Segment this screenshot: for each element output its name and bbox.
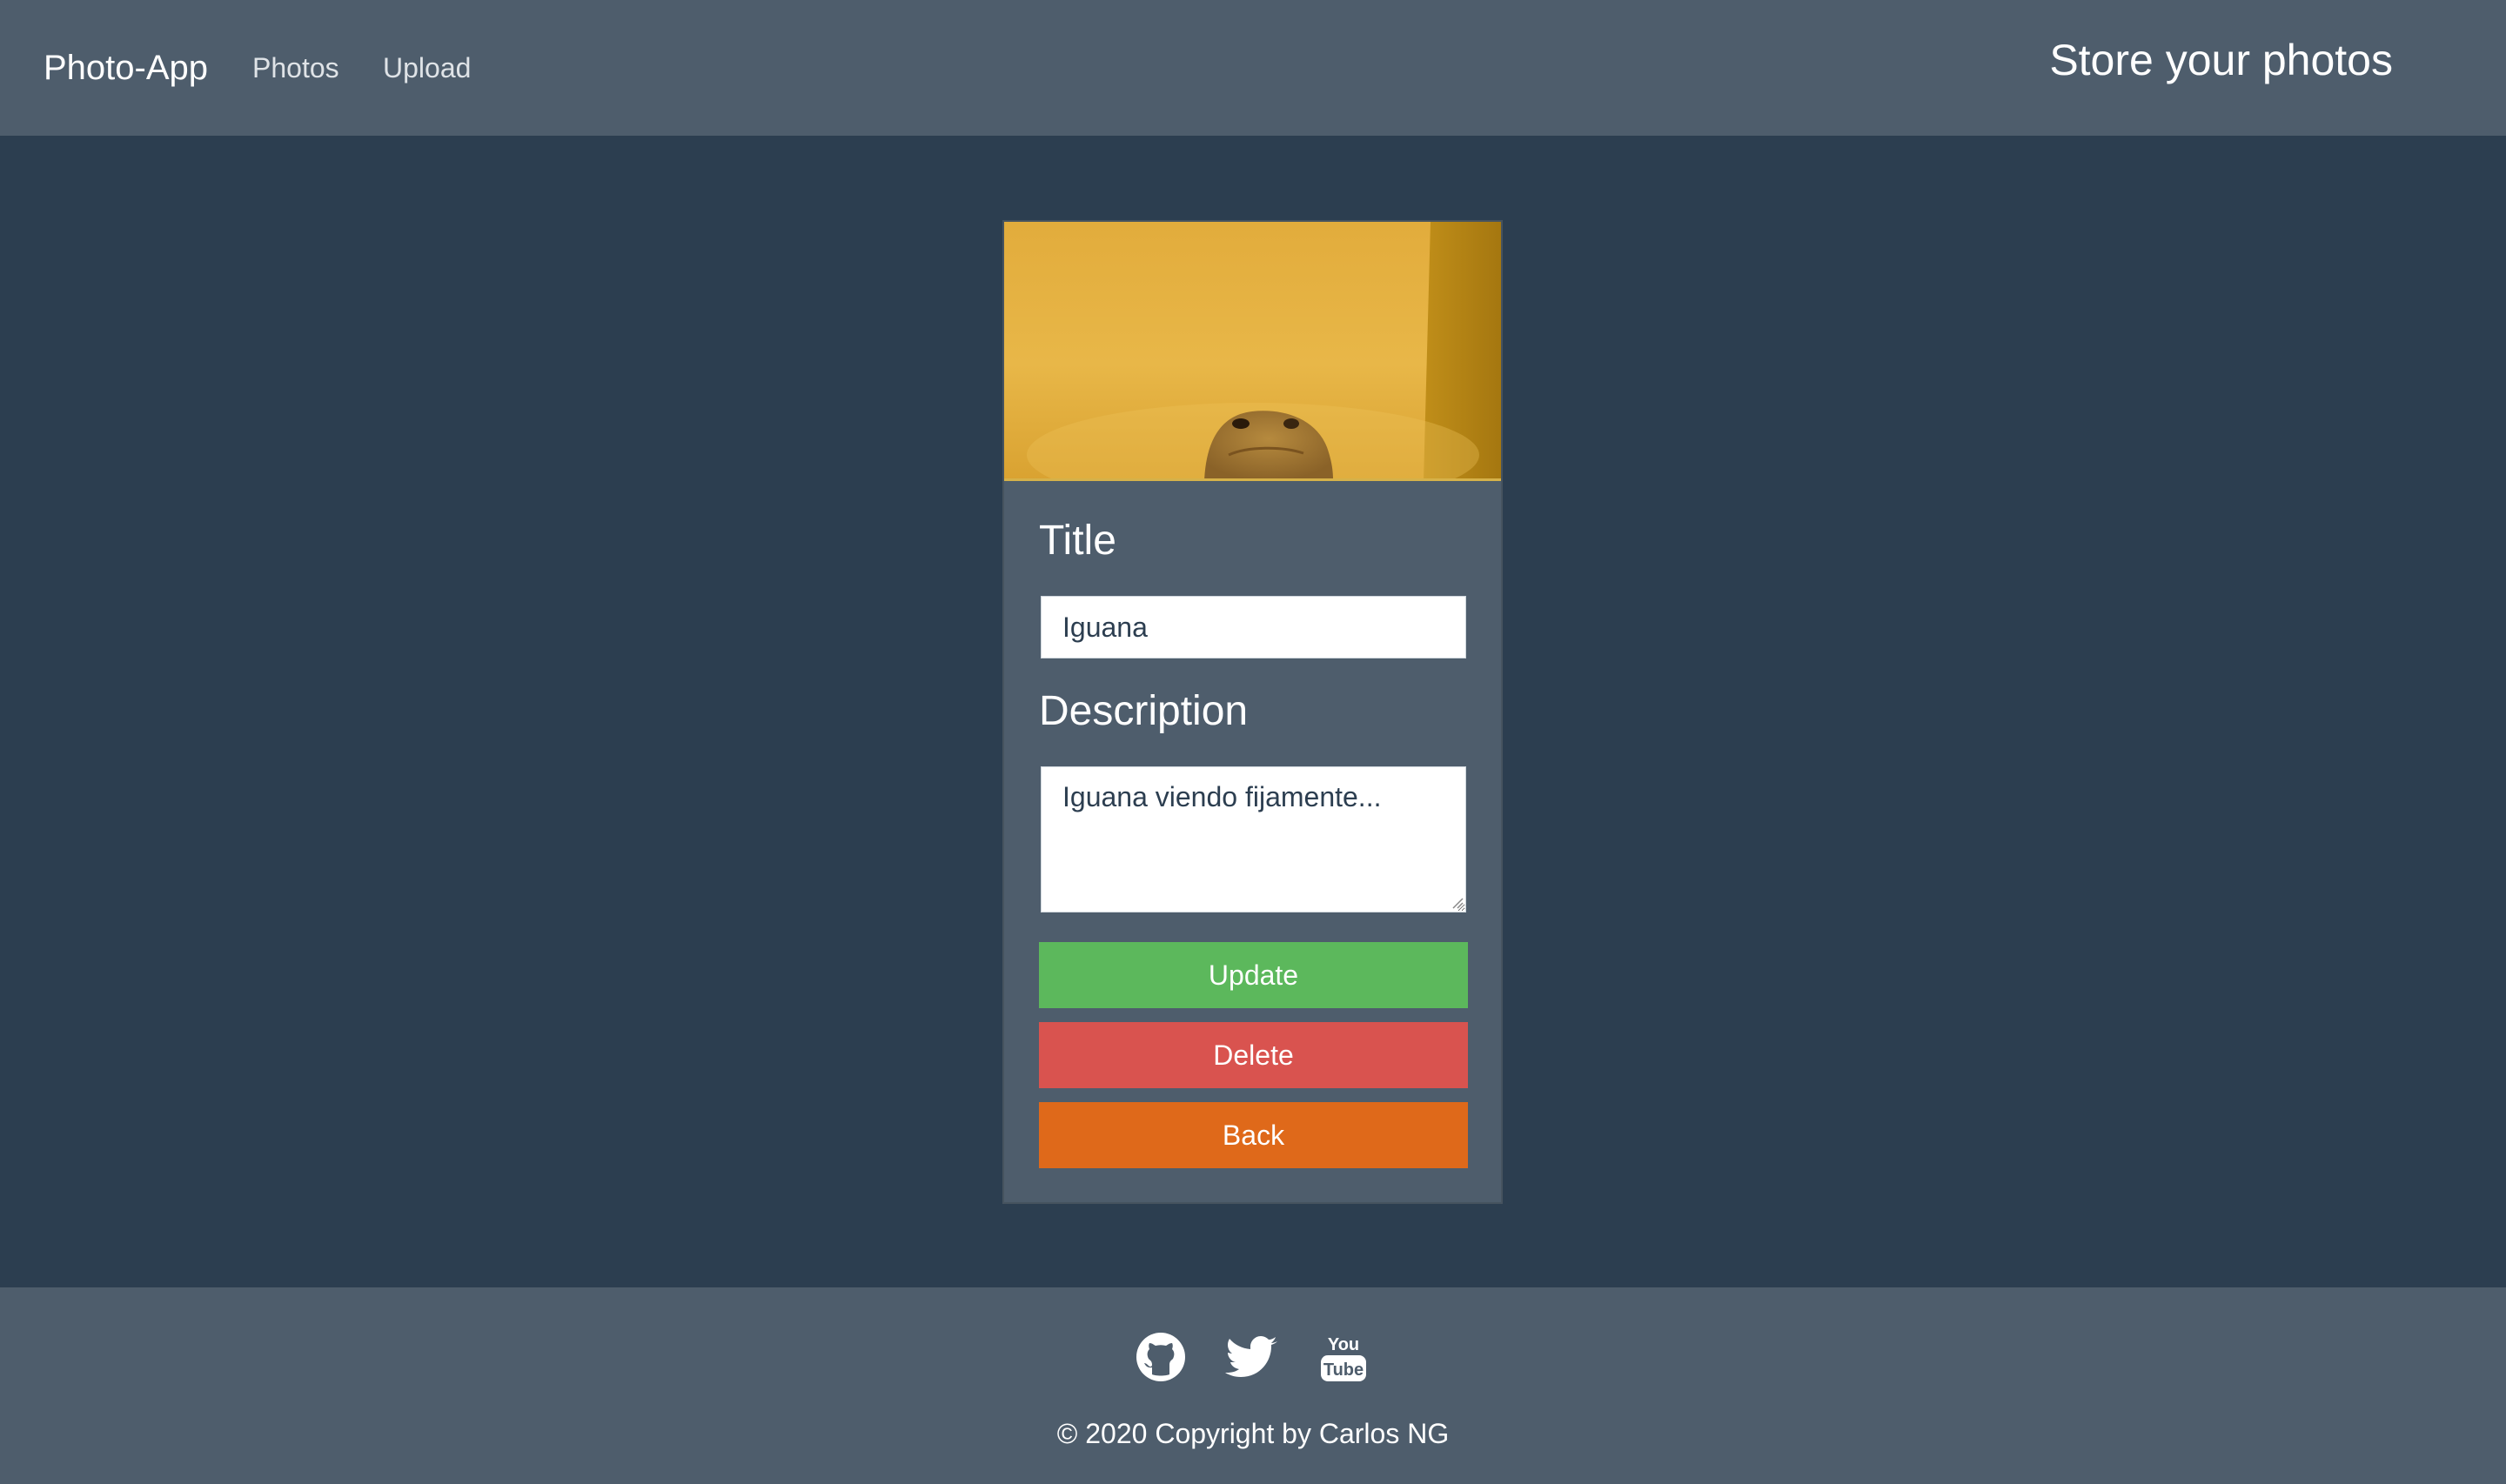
twitter-icon[interactable]	[1225, 1329, 1281, 1385]
footer: You Tube © 2020 Copyright by Carlos NG	[0, 1287, 2506, 1484]
youtube-icon-text-you: You	[1328, 1335, 1359, 1354]
nav-link-photos[interactable]: Photos	[252, 49, 339, 87]
photo-edit-card: Title Description Iguana viendo fijament…	[1002, 220, 1503, 1204]
title-label: Title	[1039, 518, 1116, 564]
title-input[interactable]	[1041, 596, 1466, 658]
github-icon[interactable]	[1133, 1329, 1189, 1385]
tagline: Store your photos	[2049, 36, 2393, 84]
navbar: Photo-App Photos Upload Store your photo…	[0, 0, 2506, 136]
nav-link-upload[interactable]: Upload	[383, 49, 471, 87]
back-button[interactable]: Back	[1039, 1102, 1468, 1168]
description-label: Description	[1039, 688, 1249, 734]
description-textarea[interactable]: Iguana viendo fijamente...	[1041, 766, 1466, 912]
youtube-icon[interactable]: You Tube	[1316, 1329, 1371, 1385]
copyright-text: © 2020 Copyright by Carlos NG	[1056, 1418, 1450, 1449]
delete-button[interactable]: Delete	[1039, 1022, 1468, 1088]
update-button[interactable]: Update	[1039, 942, 1468, 1008]
brand-link[interactable]: Photo-App	[44, 45, 208, 90]
photo-image	[1004, 222, 1501, 481]
youtube-icon-text-tube: Tube	[1323, 1360, 1364, 1380]
